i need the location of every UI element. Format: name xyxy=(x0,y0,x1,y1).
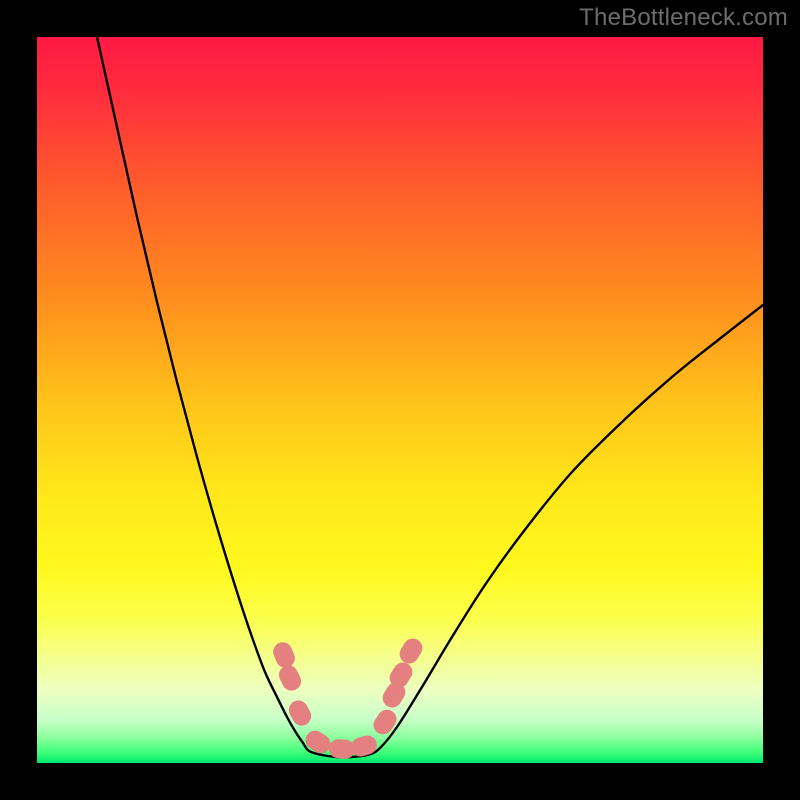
curve-marker xyxy=(370,706,400,738)
curve-marker xyxy=(349,733,379,759)
watermark-text: TheBottleneck.com xyxy=(579,4,788,32)
bottleneck-curve xyxy=(97,37,763,757)
curve-layer xyxy=(37,37,763,763)
outer-frame: TheBottleneck.com xyxy=(0,0,800,800)
curve-marker xyxy=(396,635,426,667)
curve-marker xyxy=(302,727,334,757)
curve-marker xyxy=(270,639,298,670)
plot-area xyxy=(37,37,763,763)
marker-group xyxy=(270,635,426,759)
curve-marker xyxy=(276,662,304,694)
